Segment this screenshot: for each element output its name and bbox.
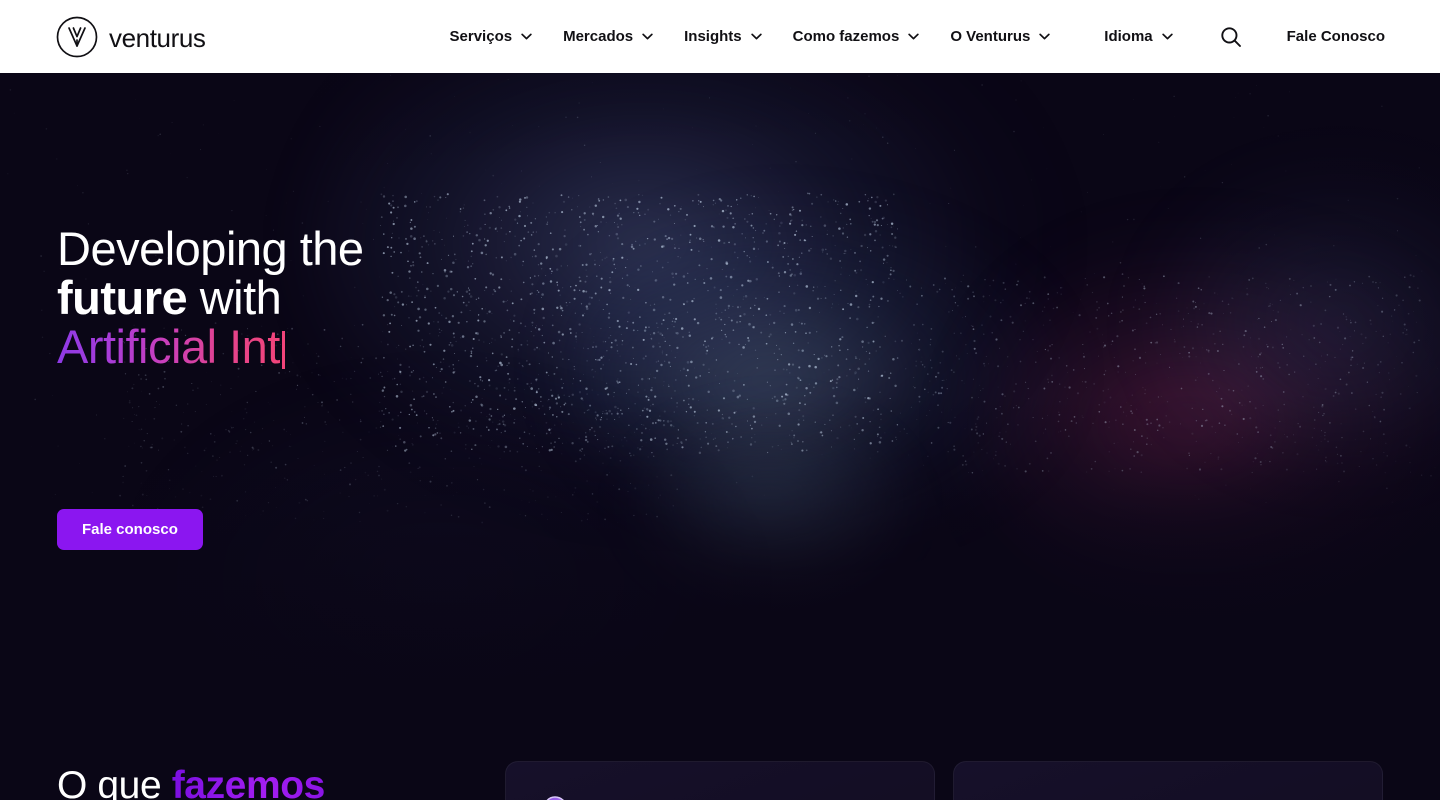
vignette-overlay [0, 73, 1440, 800]
hero-line-1: Developing the [57, 222, 364, 275]
logo[interactable]: venturus [55, 15, 206, 59]
chevron-down-icon [750, 33, 762, 40]
hero-heading: Developing the future with Artificial In… [57, 224, 364, 371]
chevron-down-icon [1161, 33, 1173, 40]
nebula-glow-pink [980, 223, 1440, 623]
nav-item-servicos[interactable]: Serviços [450, 28, 533, 45]
primary-nav: Serviços Mercados Insights Como fazemos … [450, 28, 1051, 45]
ai-head-chip-icon [546, 796, 564, 800]
nav-item-como-fazemos[interactable]: Como fazemos [793, 28, 920, 45]
chevron-down-icon [642, 33, 653, 40]
nav-item-insights[interactable]: Insights [684, 28, 762, 45]
nebula-glow-lightblue [560, 193, 1080, 533]
service-card-inteligencia-artificial[interactable]: Inteligência Artificial [505, 761, 935, 800]
hero-line-2-rest: with [187, 271, 282, 324]
nav-item-mercados[interactable]: Mercados [563, 28, 653, 45]
header-actions: Idioma Fale Conosco [1104, 26, 1385, 48]
typing-caret [281, 331, 285, 369]
venturus-v-circle-logo-icon [56, 16, 98, 57]
service-card-visao-computacional[interactable]: Visão Computacional [953, 761, 1383, 800]
hero-line-2: future with [57, 273, 364, 322]
nav-item-label: Como fazemos [792, 28, 900, 45]
chevron-down-icon [908, 33, 920, 40]
nebula-glow-indigo [1130, 153, 1440, 493]
nebula-glow-core [620, 403, 920, 603]
computer-vision-eye-icon [988, 792, 1032, 800]
nav-item-label: Serviços [449, 28, 513, 45]
nebula-glow-deep [120, 373, 760, 793]
what-we-do-title: O que fazemos [57, 763, 325, 800]
nav-item-label: O Venturus [950, 28, 1031, 45]
hero-line-2-bold: future [57, 271, 188, 324]
hero-line-3: Artificial Int [57, 322, 364, 371]
nav-item-label: Mercados [563, 28, 634, 45]
logo-wordmark: venturus [109, 22, 206, 53]
hero-stage: Developing the future with Artificial In… [0, 73, 1440, 800]
hero-cta-button[interactable]: Fale conosco [57, 509, 203, 550]
search-button[interactable] [1220, 26, 1242, 48]
search-icon [1220, 26, 1241, 47]
nebula-glow-blue [300, 73, 1060, 523]
hero-typed-text: Artificial Int [57, 320, 280, 373]
what-we-do-title-plain: O que [57, 764, 172, 800]
what-we-do-title-accent: fazemos [172, 764, 326, 800]
service-cards: Inteligência Artificial Visão Computacio… [505, 761, 1383, 800]
nav-item-label: Insights [684, 28, 742, 45]
chevron-down-icon [1039, 33, 1051, 40]
contact-link[interactable]: Fale Conosco [1287, 28, 1385, 45]
site-header: venturus Serviços Mercados Insights Como… [0, 0, 1440, 73]
language-selector[interactable]: Idioma [1104, 28, 1173, 45]
language-selector-label: Idioma [1104, 28, 1153, 45]
nav-item-o-venturus[interactable]: O Venturus [950, 28, 1051, 45]
chevron-down-icon [521, 33, 532, 40]
